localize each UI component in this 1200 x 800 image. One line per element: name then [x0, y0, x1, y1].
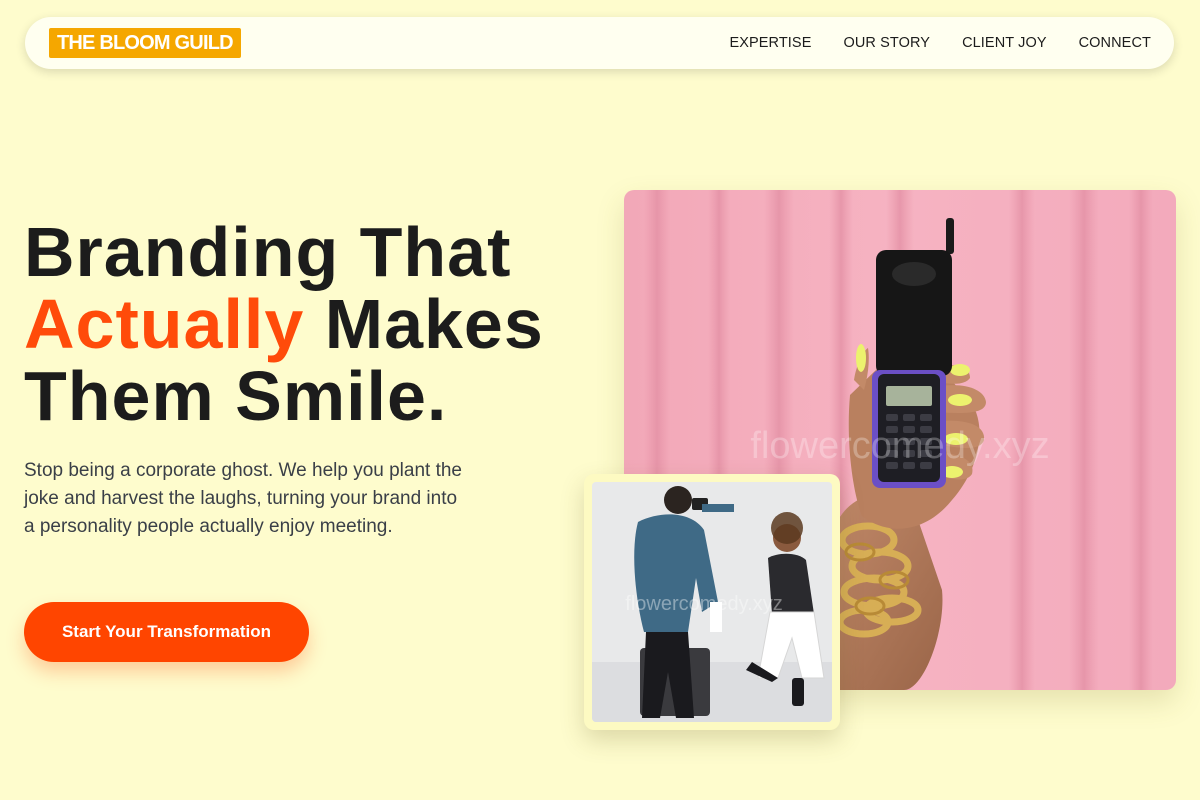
- hero-headline: Branding That Actually Makes Them Smile.: [24, 216, 604, 432]
- top-navigation-bar: THE BLOOM GUILD EXPERTISE OUR STORY CLIE…: [25, 17, 1174, 69]
- photo-frame-photoshoot: flowercomedy.xyz: [584, 474, 840, 730]
- hero-subtext: Stop being a corporate ghost. We help yo…: [24, 460, 463, 537]
- nav-link-expertise[interactable]: EXPERTISE: [729, 35, 811, 51]
- nav-link-our-story[interactable]: OUR STORY: [843, 35, 930, 51]
- watermark-text-secondary: flowercomedy.xyz: [625, 593, 782, 615]
- brand-logo[interactable]: THE BLOOM GUILD: [49, 28, 241, 58]
- photoshoot-illustration: flowercomedy.xyz: [592, 482, 832, 722]
- headline-line-2-rest: Makes: [304, 285, 544, 363]
- nav-link-connect[interactable]: CONNECT: [1079, 35, 1151, 51]
- headline-line-3: Them Smile.: [24, 357, 448, 435]
- headline-line-1: Branding That: [24, 213, 512, 291]
- watermark-text: flowercomedy.xyz: [750, 425, 1049, 467]
- start-transformation-button[interactable]: Start Your Transformation: [24, 602, 309, 662]
- nav-link-client-joy[interactable]: CLIENT JOY: [962, 35, 1047, 51]
- headline-accent-word: Actually: [24, 285, 305, 363]
- nav-links: EXPERTISE OUR STORY CLIENT JOY CONNECT: [729, 35, 1151, 51]
